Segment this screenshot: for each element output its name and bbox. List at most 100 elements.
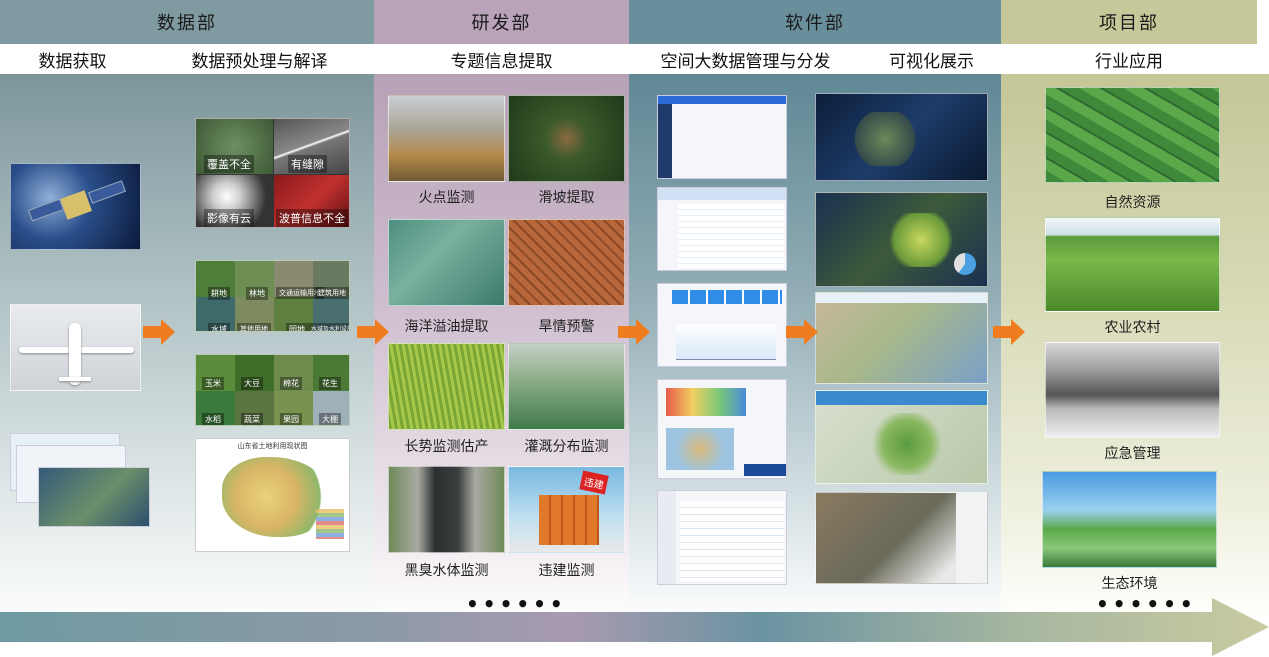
viz-header-bar xyxy=(816,293,987,303)
viz-map-region xyxy=(886,213,956,267)
viz-pie xyxy=(954,253,976,275)
drone-fuselage xyxy=(69,323,81,385)
label-agriculture: 农业农村 xyxy=(1104,320,1161,336)
mgmt-screen-4 xyxy=(657,379,787,479)
stage-extraction: 专题信息提取 xyxy=(374,44,629,74)
header-rd-dept: 研发部 xyxy=(374,0,629,44)
stage-management: 空间大数据管理与分发 xyxy=(629,44,862,74)
screen-table xyxy=(680,501,784,581)
flow-arrow-3-icon xyxy=(618,319,650,345)
tag-landcover-7: 水域及水利设施用地 xyxy=(308,323,349,331)
flow-arrow-2-icon xyxy=(357,319,389,345)
viz-map-region xyxy=(852,112,918,166)
tag-landcover-6: 园地 xyxy=(286,323,308,331)
label-emergency: 应急管理 xyxy=(1104,446,1161,462)
tag-landcover-5: 其他用地 xyxy=(237,323,271,331)
label-illegal-building: 违建监测 xyxy=(538,563,595,579)
tag-crop-3: 花生 xyxy=(319,377,341,390)
tag-landcover-3: 建筑用地 xyxy=(315,287,349,299)
illegal-building-image: 违建 xyxy=(508,466,625,553)
crop-types-image: 玉米 大豆 棉花 花生 水稻 蔬菜 果园 大棚 xyxy=(195,354,350,426)
viz-dashboard-4 xyxy=(815,390,988,484)
tag-landcover-0: 耕地 xyxy=(208,287,230,300)
label-black-water: 黑臭水体监测 xyxy=(404,563,489,579)
drone-image xyxy=(10,304,141,391)
viz-dashboard-2 xyxy=(815,192,988,287)
header-data-dept: 数据部 xyxy=(0,0,374,44)
mgmt-screen-3 xyxy=(657,283,787,367)
satellite-body xyxy=(60,190,92,220)
ecology-image xyxy=(1042,471,1217,568)
landuse-map-image: 山东省土地利用现状图 xyxy=(195,438,350,552)
viz-header-bar xyxy=(816,391,987,405)
label-irrigation: 灌溉分布监测 xyxy=(524,439,609,455)
stage-preprocess: 数据预处理与解译 xyxy=(145,44,374,74)
label-landslide: 滑坡提取 xyxy=(538,190,595,206)
software-screens-image xyxy=(10,433,150,528)
tag-crop-5: 蔬菜 xyxy=(241,413,263,425)
tag-landcover-1: 林地 xyxy=(246,287,268,300)
tag-crop-1: 大豆 xyxy=(241,377,263,390)
landuse-map-title: 山东省土地利用现状图 xyxy=(237,442,308,450)
screen-tiles xyxy=(672,290,782,304)
stage-visualization: 可视化展示 xyxy=(862,44,1001,74)
viz-side-panel xyxy=(956,493,987,583)
mgmt-screen-1 xyxy=(657,95,787,179)
emergency-image xyxy=(1045,342,1220,438)
preprocess-problems-image: 覆盖不全 有缝隙 影像有云 波普信息不全 xyxy=(195,118,350,228)
viz-dashboard-1 xyxy=(815,93,988,181)
stage-acquisition: 数据获取 xyxy=(0,44,145,74)
screen-header-bar xyxy=(658,188,786,200)
screen-table xyxy=(678,204,784,268)
irrigation-image xyxy=(508,343,625,430)
viz-map-region xyxy=(870,413,944,475)
viz-dashboard-5 xyxy=(815,492,988,584)
crop-growth-image xyxy=(388,343,505,430)
flow-arrow-1-icon xyxy=(143,319,175,345)
mgmt-screen-2 xyxy=(657,187,787,271)
solar-panel-right xyxy=(88,180,126,204)
label-crop-growth: 长势监测估产 xyxy=(404,439,489,455)
stage-application: 行业应用 xyxy=(1001,44,1257,74)
tag-landcover-4: 水域 xyxy=(208,323,230,331)
solar-panel-left xyxy=(27,198,65,222)
landcover-classes-image: 耕地 林地 交通运输用地 建筑用地 水域 其他用地 园地 水域及水利设施用地 xyxy=(195,260,350,332)
tag-coverage: 覆盖不全 xyxy=(204,155,254,173)
header-project-dept: 项目部 xyxy=(1001,0,1257,44)
tag-crop-0: 玉米 xyxy=(202,377,224,390)
landslide-image xyxy=(508,95,625,182)
drought-image xyxy=(508,219,625,306)
screen-world-map xyxy=(666,428,734,470)
flow-arrow-4-icon xyxy=(786,319,818,345)
flow-arrow-5-icon xyxy=(993,319,1025,345)
agriculture-image xyxy=(1045,217,1220,312)
label-ecology: 生态环境 xyxy=(1101,576,1158,592)
screen-action xyxy=(744,464,786,476)
illegal-building-blocks xyxy=(539,495,599,545)
screen-front-map xyxy=(38,467,150,527)
landuse-map-legend xyxy=(316,509,344,539)
natural-resources-image xyxy=(1045,87,1220,183)
screen-spectrum xyxy=(666,388,746,416)
viz-dashboard-3 xyxy=(815,292,988,384)
tag-gap: 有缝隙 xyxy=(288,155,327,173)
illegal-building-sign: 违建 xyxy=(579,470,609,495)
tag-crop-2: 棉花 xyxy=(280,377,302,390)
tag-crop-7: 大棚 xyxy=(319,413,341,425)
screen-header-bar xyxy=(658,96,786,104)
label-drought: 旱情预警 xyxy=(538,319,595,335)
screen-chart xyxy=(676,324,776,360)
header-software-dept: 软件部 xyxy=(629,0,1001,44)
label-fire-monitoring: 火点监测 xyxy=(418,190,475,206)
tag-spectral: 波普信息不全 xyxy=(276,209,348,227)
screen-sidebar xyxy=(658,104,672,178)
screen-sidebar xyxy=(658,491,676,584)
black-water-image xyxy=(388,466,505,553)
drone-tail xyxy=(59,377,91,381)
satellite-image xyxy=(10,163,141,250)
oil-spill-image xyxy=(388,219,505,306)
timeline-arrow-icon xyxy=(0,598,1269,656)
fire-monitoring-image xyxy=(388,95,505,182)
mgmt-screen-5 xyxy=(657,490,787,585)
tag-cloud: 影像有云 xyxy=(204,209,254,227)
